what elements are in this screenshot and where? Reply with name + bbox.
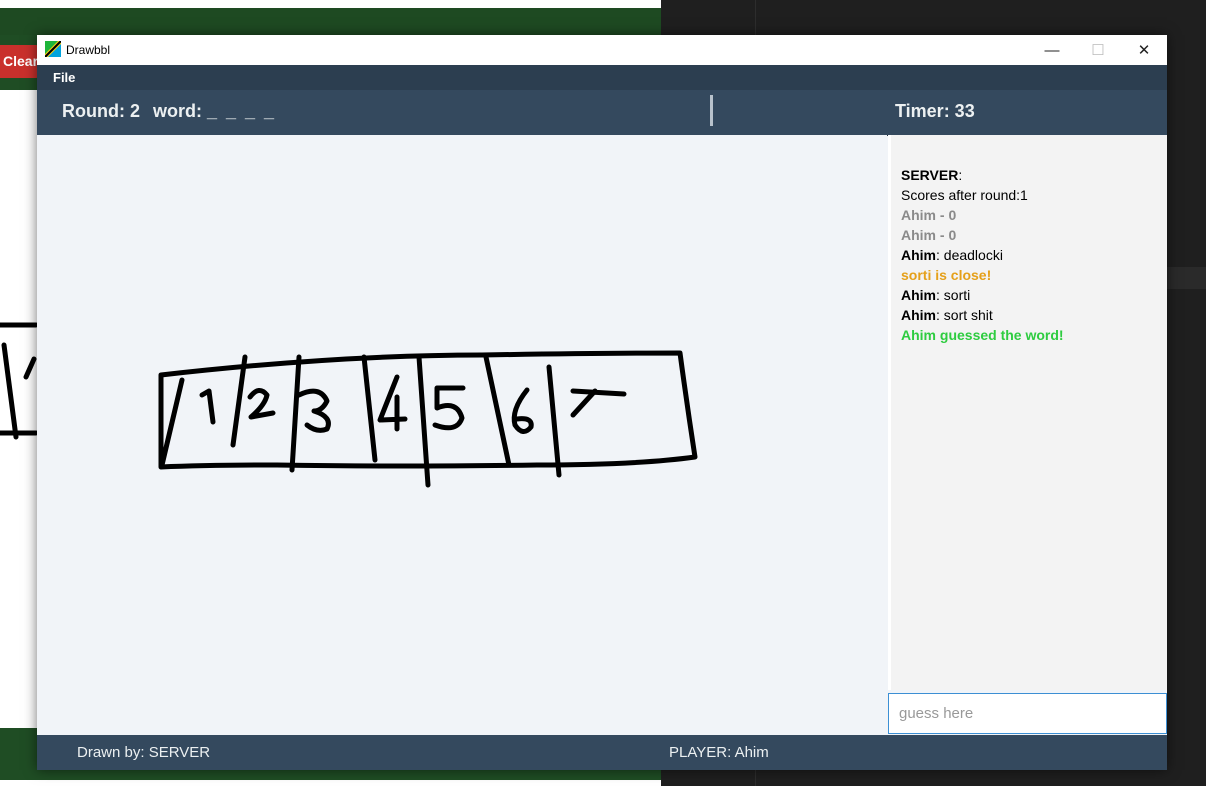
chat-sender: SERVER <box>901 167 959 183</box>
chat-sender: Ahim <box>901 307 936 323</box>
chat-text: : sort shit <box>936 307 993 323</box>
drawing-divider <box>546 364 562 478</box>
background-strip <box>1166 267 1206 289</box>
menu-file[interactable]: File <box>53 65 75 90</box>
chat-message: Scores after round:1 <box>901 185 1161 205</box>
chat-text: Ahim - 0 <box>901 207 957 223</box>
game-info-bar: Round: 2 word: _ _ _ _ Timer: 33 <box>37 90 1167 136</box>
chat-score: Ahim - 0 <box>901 205 1161 225</box>
chat-messages: SERVER: Scores after round:1 Ahim - 0 Ah… <box>901 165 1161 345</box>
chat-text: : sorti <box>936 287 971 303</box>
digit-4 <box>377 374 408 432</box>
minimize-icon[interactable]: — <box>1029 35 1075 65</box>
background-topbar <box>0 8 661 35</box>
chat-message: Ahim: sort shit <box>901 305 1161 325</box>
guess-input-wrapper <box>888 693 1167 734</box>
title-bar[interactable]: Drawbbl — ☐ ✕ <box>37 35 1167 65</box>
status-bar: Drawn by: SERVER PLAYER: Ahim <box>37 735 1167 770</box>
word-label: word: <box>153 101 202 121</box>
menu-bar: File <box>37 65 1167 90</box>
background-clear-button[interactable]: Clear <box>0 45 40 78</box>
drawing-divider <box>230 354 248 448</box>
chat-score: Ahim - 0 <box>901 225 1161 245</box>
drawing-divider <box>483 354 512 468</box>
drawing-divider <box>289 354 302 473</box>
drawing-divider <box>361 354 378 463</box>
word-hint: _ _ _ _ <box>207 101 277 121</box>
chat-message: SERVER: <box>901 165 1161 185</box>
drawing-canvas[interactable] <box>37 135 887 735</box>
chat-sender: Ahim <box>901 287 936 303</box>
background-partial-sketch <box>0 322 39 440</box>
chat-message: Ahim: deadlocki <box>901 245 1161 265</box>
guess-input[interactable] <box>889 694 1166 733</box>
drawing-strokes <box>158 350 698 488</box>
drawing-divider <box>159 377 185 468</box>
chat-text: Scores after round:1 <box>901 187 1028 203</box>
digit-6 <box>511 387 534 434</box>
player-label: PLAYER: Ahim <box>669 744 769 761</box>
chat-correct-guess: Ahim guessed the word! <box>901 325 1161 345</box>
chat-sender: Ahim <box>901 247 936 263</box>
digit-1 <box>199 388 216 425</box>
maximize-icon[interactable]: ☐ <box>1075 35 1121 65</box>
timer: Timer: 33 <box>895 101 975 121</box>
drawn-by-label: Drawn by: SERVER <box>77 744 211 761</box>
app-flag-icon <box>45 41 61 57</box>
digit-3 <box>296 388 331 433</box>
digit-5 <box>432 385 466 431</box>
chat-text: : deadlocki <box>936 247 1003 263</box>
header-separator <box>710 95 713 126</box>
round-indicator: Round: 2 <box>62 101 140 121</box>
chat-text: Ahim - 0 <box>901 227 957 243</box>
chat-message: Ahim: sorti <box>901 285 1161 305</box>
chat-text: sorti is close! <box>901 267 992 283</box>
digit-7 <box>570 388 627 418</box>
chat-text: Ahim guessed the word! <box>901 327 1064 343</box>
drawbbl-window: Drawbbl — ☐ ✕ File Round: 2 word: _ _ _ … <box>37 35 1167 770</box>
chat-close-hint: sorti is close! <box>901 265 1161 285</box>
chat-panel[interactable]: SERVER: Scores after round:1 Ahim - 0 Ah… <box>888 135 1167 690</box>
window-title: Drawbbl <box>66 43 111 57</box>
digit-2 <box>247 388 276 420</box>
chat-text: : <box>958 167 963 183</box>
close-icon[interactable]: ✕ <box>1121 35 1167 65</box>
